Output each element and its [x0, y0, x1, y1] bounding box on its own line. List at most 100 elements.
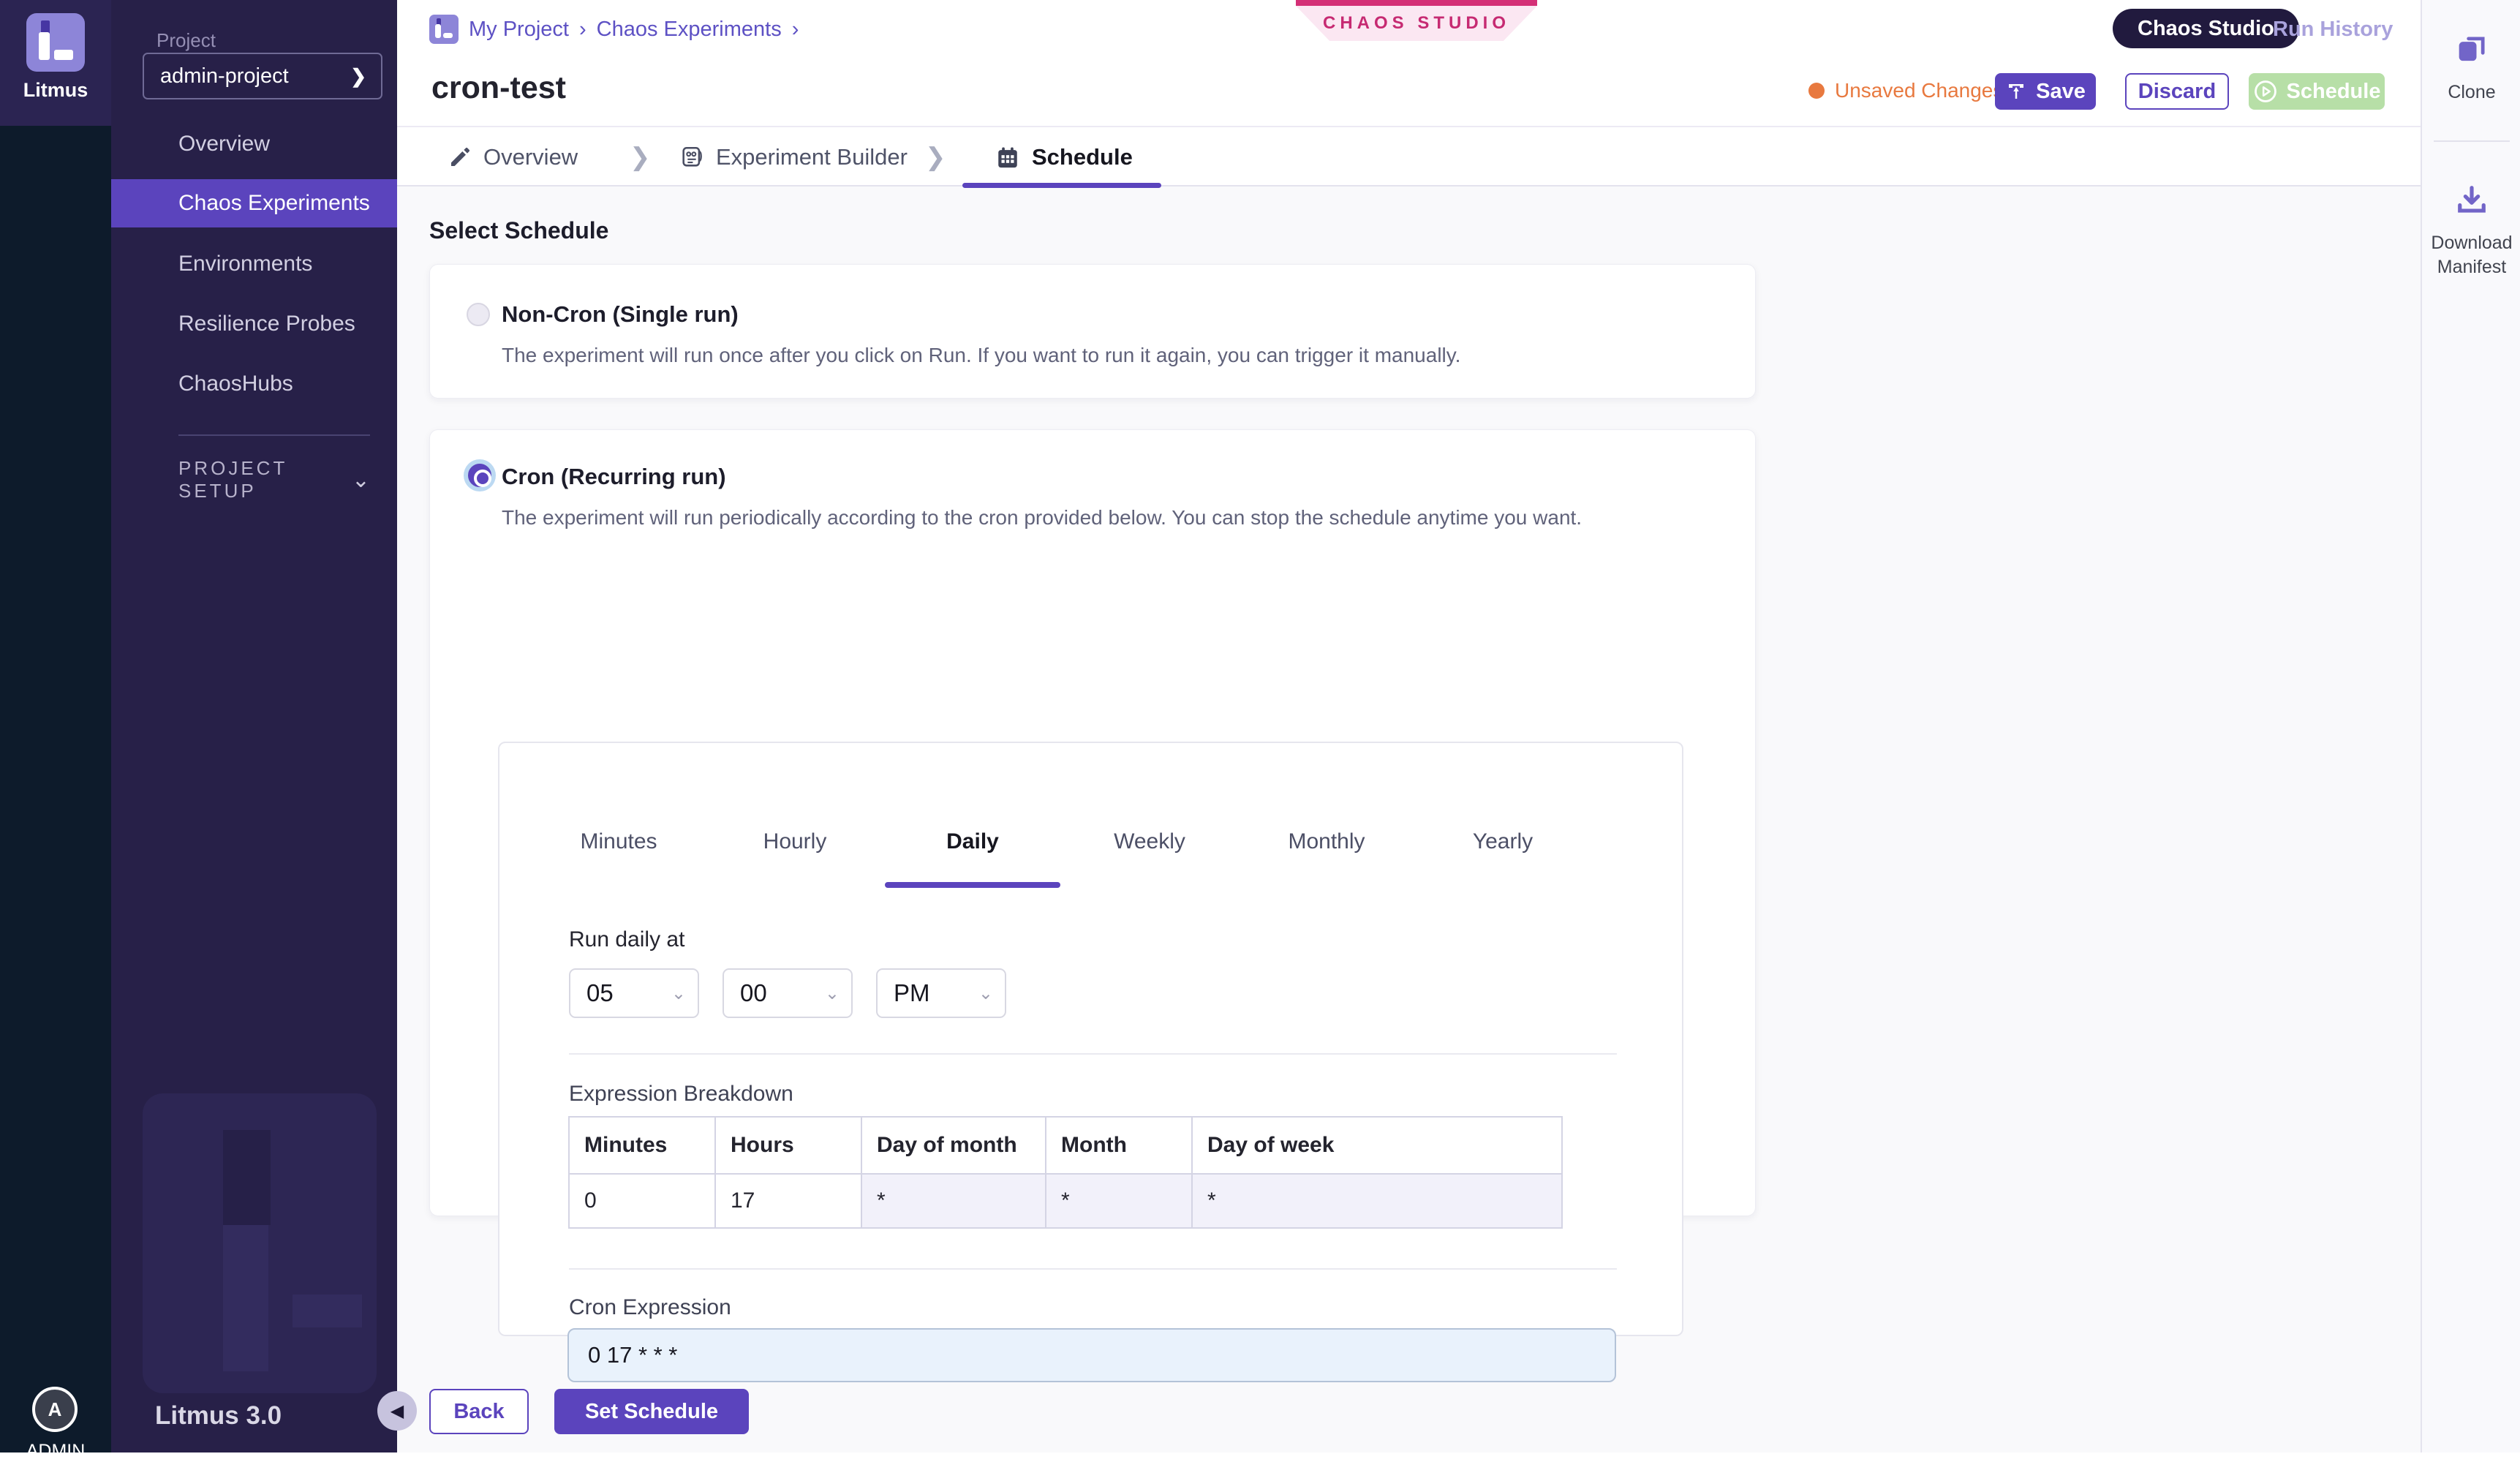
project-name: admin-project	[160, 64, 289, 88]
cell-month: *	[1046, 1174, 1192, 1228]
toggle-inactive-label: Run History	[2273, 18, 2393, 41]
col-day-of-month: Day of month	[861, 1117, 1046, 1174]
watermark-vbar	[223, 1225, 268, 1371]
discard-label: Discard	[2138, 80, 2216, 104]
unsaved-changes-badge: Unsaved Changes	[1808, 79, 2003, 102]
cron-description: The experiment will run periodically acc…	[502, 506, 1582, 530]
col-minutes: Minutes	[569, 1117, 715, 1174]
litmus-logo-vbar	[39, 32, 50, 60]
cron-tab-hourly[interactable]: Hourly	[763, 829, 827, 854]
litmus-logo-icon[interactable]	[26, 13, 85, 72]
watermark-notch	[223, 1130, 271, 1225]
sidebar-item-resilience-probes[interactable]: Resilience Probes	[111, 301, 397, 347]
banner-text: CHAOS STUDIO	[1323, 13, 1510, 34]
breadcrumb-separator: ›	[579, 18, 586, 42]
clone-button[interactable]: Clone	[2422, 31, 2520, 105]
studio-tab-bar: Overview ❯ Experiment Builder ❯	[397, 126, 2421, 186]
litmus-logo-hbar	[54, 50, 73, 60]
download-manifest-button[interactable]: Download Manifest	[2422, 181, 2520, 279]
cell-day-of-week: *	[1192, 1174, 1562, 1228]
cron-card: Cron (Recurring run) The experiment will…	[429, 429, 1756, 1216]
project-setup-toggle[interactable]: PROJECT SETUP ⌄	[178, 457, 370, 502]
sidebar-item-label: Chaos Experiments	[178, 191, 370, 216]
schedule-label: Schedule	[2287, 80, 2381, 104]
chevron-down-icon: ⌄	[825, 983, 840, 1004]
meridiem-select[interactable]: PM ⌄	[876, 968, 1006, 1018]
discard-button[interactable]: Discard	[2125, 73, 2229, 110]
active-cron-tab-underline	[885, 882, 1060, 888]
cron-expression-input[interactable]: 0 17 * * *	[567, 1328, 1616, 1382]
sidebar-item-overview[interactable]: Overview	[111, 121, 397, 167]
minute-select[interactable]: 00 ⌄	[723, 968, 853, 1018]
pencil-icon	[448, 146, 472, 169]
breadcrumb-project-link[interactable]: My Project	[469, 18, 569, 42]
sidebar-item-environments[interactable]: Environments	[111, 241, 397, 287]
divider	[569, 1053, 1617, 1055]
sidebar-item-chaos-experiments[interactable]: Chaos Experiments	[111, 179, 397, 227]
active-tab-underline	[962, 183, 1161, 188]
schedule-button-disabled[interactable]: Schedule	[2249, 73, 2385, 110]
back-label: Back	[453, 1400, 504, 1424]
non-cron-radio[interactable]	[467, 303, 490, 326]
chevron-down-icon: ⌄	[978, 983, 993, 1004]
set-schedule-button[interactable]: Set Schedule	[554, 1389, 749, 1434]
view-toggle-chaos-studio[interactable]: Chaos Studio	[2113, 9, 2299, 48]
download-line2: Manifest	[2437, 257, 2506, 277]
tool-divider	[2434, 140, 2510, 142]
project-selector[interactable]: admin-project ❯	[143, 53, 382, 99]
banner-top-bar	[1296, 0, 1537, 6]
hour-select[interactable]: 05 ⌄	[569, 968, 699, 1018]
expression-breakdown-label: Expression Breakdown	[569, 1082, 793, 1107]
toggle-active-label: Chaos Studio	[2138, 17, 2274, 41]
cron-expression-label: Cron Expression	[569, 1295, 731, 1320]
breadcrumb-separator: ›	[792, 18, 799, 42]
sidebar-item-label: Overview	[178, 132, 270, 157]
unsaved-dot-icon	[1808, 83, 1825, 99]
cron-title: Cron (Recurring run)	[502, 464, 726, 490]
main-content: Select Schedule Non-Cron (Single run) Th…	[397, 186, 2421, 1452]
project-setup-label: PROJECT SETUP	[178, 457, 352, 502]
meridiem-value: PM	[894, 979, 930, 1007]
tab-experiment-builder[interactable]: Experiment Builder	[679, 127, 908, 186]
sidebar-collapse-button[interactable]: ◀	[377, 1391, 417, 1431]
cron-settings-panel: Minutes Hourly Daily Weekly Monthly Year…	[498, 742, 1683, 1336]
cron-tab-minutes[interactable]: Minutes	[580, 829, 657, 854]
non-cron-description: The experiment will run once after you c…	[502, 344, 1460, 367]
cron-tab-yearly[interactable]: Yearly	[1473, 829, 1533, 854]
col-hours: Hours	[715, 1117, 861, 1174]
col-month: Month	[1046, 1117, 1192, 1174]
table-row: 0 17 * * *	[569, 1174, 1562, 1228]
select-schedule-heading: Select Schedule	[429, 217, 608, 244]
cell-minutes: 0	[569, 1174, 715, 1228]
cron-tab-weekly[interactable]: Weekly	[1114, 829, 1185, 854]
tab-label: Experiment Builder	[716, 144, 908, 170]
sidebar-item-label: ChaosHubs	[178, 372, 293, 396]
chevron-down-icon: ⌄	[671, 983, 686, 1004]
run-daily-label: Run daily at	[569, 927, 684, 952]
clone-icon	[2453, 31, 2491, 69]
breadcrumb: My Project › Chaos Experiments ›	[429, 15, 799, 44]
cron-radio-selected[interactable]	[468, 464, 491, 487]
minute-value: 00	[740, 979, 767, 1007]
calendar-icon	[995, 145, 1020, 170]
col-day-of-week: Day of week	[1192, 1117, 1562, 1174]
back-button[interactable]: Back	[429, 1389, 529, 1434]
tab-schedule[interactable]: Schedule	[995, 127, 1133, 186]
tab-overview[interactable]: Overview	[448, 127, 578, 186]
tab-label: Overview	[483, 144, 578, 170]
breadcrumb-section-link[interactable]: Chaos Experiments	[597, 18, 782, 42]
version-label: Litmus 3.0	[155, 1401, 282, 1431]
chevron-right-icon: ❯	[630, 127, 651, 186]
cell-day-of-month: *	[861, 1174, 1046, 1228]
user-role-label: ADMIN	[0, 1441, 111, 1462]
cron-tab-monthly[interactable]: Monthly	[1288, 829, 1365, 854]
non-cron-title: Non-Cron (Single run)	[502, 301, 739, 328]
download-icon	[2453, 181, 2491, 219]
sidebar-divider	[178, 434, 370, 436]
view-toggle-run-history[interactable]: Run History	[2273, 18, 2393, 42]
download-line1: Download	[2431, 233, 2512, 253]
save-button[interactable]: Save	[1995, 73, 2096, 110]
avatar[interactable]: A	[32, 1387, 78, 1432]
cron-tab-daily[interactable]: Daily	[946, 829, 999, 854]
sidebar-item-chaoshubs[interactable]: ChaosHubs	[111, 361, 397, 407]
